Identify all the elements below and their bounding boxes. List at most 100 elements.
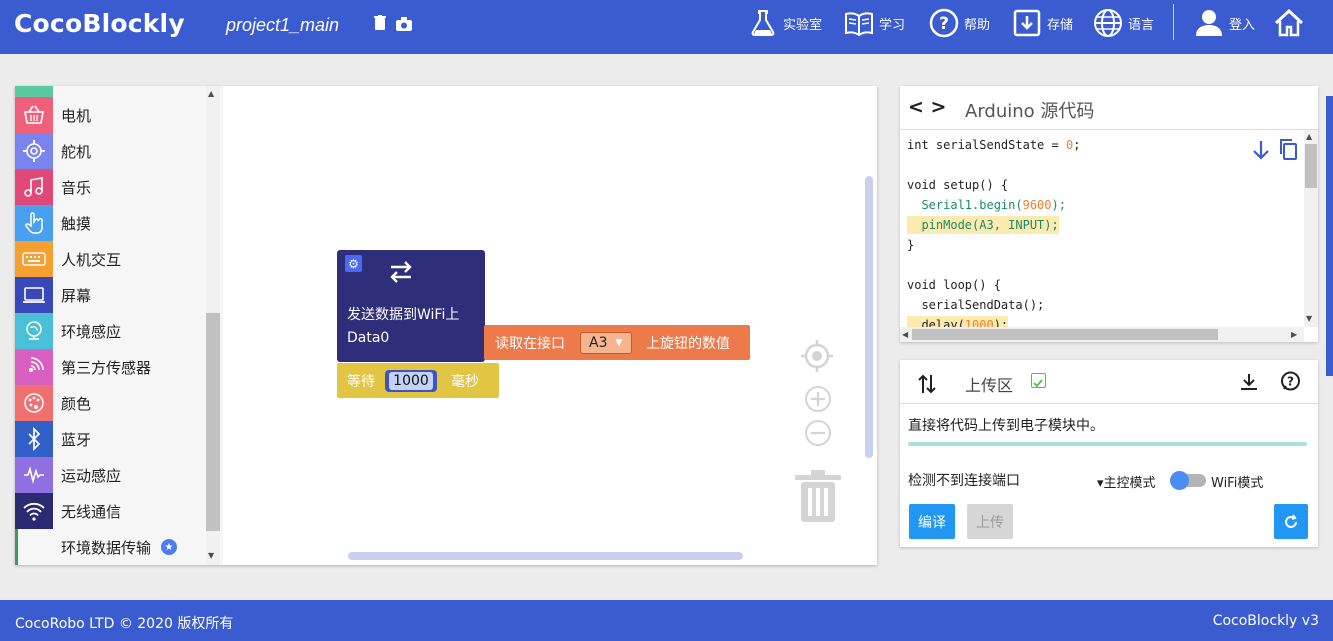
code-viewer[interactable]: int serialSendState = 0; void setup() { … bbox=[900, 130, 1304, 327]
code-line-highlighted: delay(1000); bbox=[907, 316, 1009, 327]
trash-can-icon[interactable] bbox=[795, 470, 841, 524]
basket-icon bbox=[15, 97, 53, 133]
side-panel-tab[interactable] bbox=[1326, 96, 1333, 376]
scroll-down-arrow-icon[interactable]: ▼ bbox=[208, 551, 214, 560]
toolbox-category-color[interactable]: 颜色 bbox=[15, 385, 206, 421]
code-line: int serialSendState = 0; bbox=[907, 138, 1081, 152]
signal-icon bbox=[15, 349, 53, 385]
code-toggle-button[interactable]: < > bbox=[908, 96, 946, 118]
scroll-right-arrow-icon[interactable]: ▶ bbox=[1291, 330, 1297, 339]
zoom-out-icon[interactable] bbox=[804, 419, 832, 447]
category-label: 第三方传感器 bbox=[61, 358, 152, 377]
code-line: } bbox=[907, 238, 915, 252]
nav-login-label: 登入 bbox=[1229, 17, 1256, 33]
read-pin-label: 读取在接口 bbox=[495, 335, 565, 352]
toolbox-category-touch[interactable]: 触摸 bbox=[15, 205, 206, 241]
toolbox-category-environment[interactable]: 环境感应 bbox=[15, 313, 206, 349]
wave-icon bbox=[15, 457, 53, 493]
camera-icon[interactable] bbox=[396, 16, 412, 35]
code-line: void setup() { bbox=[907, 178, 1009, 192]
toolbox-category-servo[interactable]: 舵机 bbox=[15, 133, 206, 169]
code-panel: < > Arduino 源代码 int serialSendState = 0;… bbox=[900, 86, 1318, 342]
wifi-mode-label: WiFi模式 bbox=[1211, 476, 1264, 491]
upload-description: 直接将代码上传到电子模块中。 bbox=[908, 418, 1104, 434]
nav-learn-label: 学习 bbox=[879, 17, 906, 33]
top-bar: CocoBlockly project1_main 实验室 学习 ? 帮助 存储… bbox=[0, 0, 1333, 54]
category-label: 电机 bbox=[61, 106, 92, 125]
refresh-icon bbox=[1285, 513, 1297, 528]
category-label: 蓝牙 bbox=[61, 430, 92, 449]
controller-mode-label[interactable]: ▾主控模式 bbox=[1097, 472, 1156, 491]
svg-text:?: ? bbox=[1287, 375, 1294, 389]
toolbox-category-wireless[interactable]: 无线通信 bbox=[15, 493, 206, 529]
nav-save[interactable]: 存储 bbox=[1012, 7, 1073, 39]
toolbox-category-env-data[interactable]: 环境数据传输 ★ bbox=[15, 529, 206, 565]
recenter-icon[interactable] bbox=[801, 340, 833, 372]
code-panel-header: < > Arduino 源代码 bbox=[900, 86, 1318, 130]
toolbox-category-hci[interactable]: 人机交互 bbox=[15, 241, 206, 277]
canvas-vertical-scrollbar[interactable] bbox=[865, 176, 873, 458]
code-vertical-scrollbar-thumb[interactable] bbox=[1305, 144, 1317, 188]
mode-toggle[interactable] bbox=[1170, 471, 1206, 490]
upload-button[interactable]: 上传 bbox=[967, 504, 1013, 539]
wifi-send-block[interactable]: ⚙ 发送数据到WiFi上 Data0 bbox=[337, 250, 485, 362]
category-label: 屏幕 bbox=[61, 286, 92, 305]
scroll-up-arrow-icon[interactable]: ▲ bbox=[208, 89, 214, 98]
nav-language-label: 语言 bbox=[1128, 17, 1155, 33]
globe-icon bbox=[1094, 9, 1122, 37]
refresh-button[interactable] bbox=[1274, 504, 1308, 539]
nav-learn[interactable]: 学习 bbox=[844, 7, 905, 39]
code-scroll-down-icon[interactable]: ▼ bbox=[1306, 314, 1312, 323]
zoom-in-icon[interactable] bbox=[804, 385, 832, 413]
download-icon[interactable] bbox=[1239, 372, 1259, 392]
checkbox-icon[interactable] bbox=[1031, 373, 1046, 388]
toolbox-category-music[interactable]: 音乐 bbox=[15, 169, 206, 205]
compile-button[interactable]: 编译 bbox=[909, 504, 955, 539]
toolbox-category-third-party[interactable]: 第三方传感器 bbox=[15, 349, 206, 385]
canvas-horizontal-scrollbar[interactable] bbox=[348, 552, 743, 560]
nav-help[interactable]: ? 帮助 bbox=[929, 7, 990, 39]
download-code-icon[interactable] bbox=[1252, 140, 1270, 160]
toolbox-category-screen[interactable]: 屏幕 bbox=[15, 277, 206, 313]
code-line: Serial1.begin(9600); bbox=[907, 198, 1066, 212]
category-marker bbox=[15, 529, 53, 565]
project-name[interactable]: project1_main bbox=[226, 15, 339, 36]
nav-home[interactable] bbox=[1274, 7, 1304, 39]
copy-code-icon[interactable] bbox=[1278, 138, 1298, 160]
category-label: 环境感应 bbox=[61, 322, 122, 341]
code-horizontal-scrollbar-thumb[interactable] bbox=[912, 329, 1218, 340]
toolbox-scrollbar-thumb[interactable] bbox=[206, 313, 220, 531]
code-line-highlighted: pinMode(A3, INPUT); bbox=[907, 216, 1059, 234]
swap-arrows-icon bbox=[390, 261, 412, 283]
wait-label: 等待 bbox=[347, 373, 375, 390]
scroll-left-arrow-icon[interactable]: ◀ bbox=[902, 330, 908, 339]
toolbox-category-bluetooth[interactable]: 蓝牙 bbox=[15, 421, 206, 457]
trash-icon[interactable] bbox=[374, 15, 386, 35]
bluetooth-icon bbox=[15, 421, 53, 457]
wait-number-value: 1000 bbox=[389, 371, 433, 390]
help-circle-icon[interactable]: ? bbox=[1280, 371, 1301, 392]
app-logo[interactable]: CocoBlockly bbox=[14, 9, 185, 38]
pin-dropdown[interactable]: A3 ▼ bbox=[580, 331, 632, 354]
nav-language[interactable]: 语言 bbox=[1093, 7, 1154, 39]
dropdown-caret-icon: ▼ bbox=[615, 337, 623, 348]
wait-block[interactable]: 等待 1000 毫秒 bbox=[337, 363, 499, 398]
wait-unit: 毫秒 bbox=[451, 373, 479, 390]
code-line: serialSendData(); bbox=[907, 298, 1045, 312]
header-divider bbox=[1173, 4, 1174, 40]
save-icon bbox=[1013, 9, 1041, 37]
nav-lab[interactable]: 实验室 bbox=[748, 7, 822, 39]
sort-arrows-icon[interactable] bbox=[918, 373, 936, 395]
nav-login[interactable]: 登入 bbox=[1194, 7, 1255, 39]
toolbox-category-motion[interactable]: 运动感应 bbox=[15, 457, 206, 493]
palette-icon bbox=[15, 385, 53, 421]
block-gear-icon[interactable]: ⚙ bbox=[345, 255, 362, 272]
keyboard-icon bbox=[15, 241, 53, 277]
category-label: 音乐 bbox=[61, 178, 92, 197]
read-pin-block[interactable]: 读取在接口 A3 ▼ 上旋钮的数值 bbox=[484, 325, 750, 360]
code-scroll-up-icon[interactable]: ▲ bbox=[1306, 132, 1312, 141]
wait-number-input[interactable]: 1000 bbox=[385, 369, 437, 392]
pin-value: A3 bbox=[589, 334, 608, 351]
footer-copyright: CocoRobo LTD © 2020 版权所有 bbox=[15, 616, 234, 632]
toolbox-category-motor[interactable]: 电机 bbox=[15, 97, 206, 133]
